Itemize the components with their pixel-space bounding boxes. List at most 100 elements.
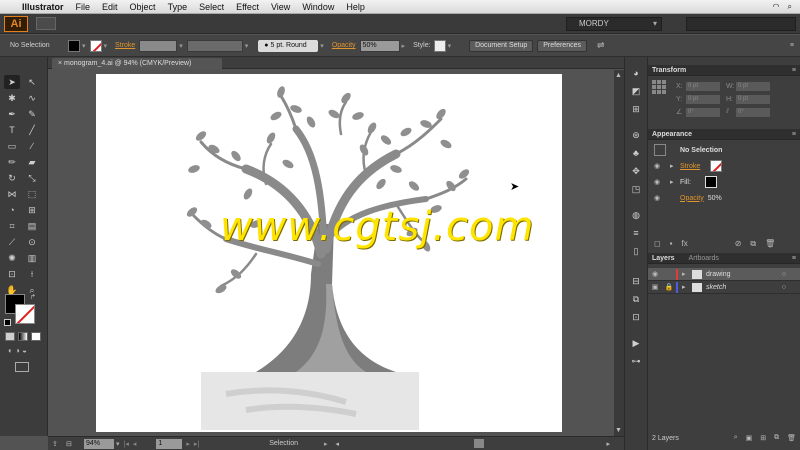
stroke-dropdown-icon[interactable]: ▾ xyxy=(104,42,108,50)
fill-dropdown-icon[interactable]: ▾ xyxy=(82,42,86,50)
pen-tool-icon[interactable]: ✒ xyxy=(4,107,20,121)
create-new-layer-icon[interactable]: ⧉ xyxy=(774,434,779,442)
layers-panel-header[interactable]: Layers Artboards ≡ xyxy=(648,253,800,264)
reference-point-icon[interactable] xyxy=(652,80,666,94)
menu-view[interactable]: View xyxy=(271,2,290,12)
current-tool-status[interactable]: Selection xyxy=(269,440,298,447)
opacity-dropdown-icon[interactable]: ▸ xyxy=(402,42,406,50)
first-artboard-icon[interactable]: |◂ xyxy=(124,440,129,448)
opacity-field[interactable]: 50% xyxy=(359,39,400,52)
previous-artboard-icon[interactable]: ◂ xyxy=(133,440,137,448)
zoom-dropdown-icon[interactable]: ▾ xyxy=(116,440,120,448)
status-menu-icon[interactable]: ▸ xyxy=(324,440,328,448)
layers-tab[interactable]: Layers xyxy=(652,255,675,262)
swatches-panel-icon[interactable]: ⊞ xyxy=(625,101,647,117)
menu-type[interactable]: Type xyxy=(168,2,188,12)
duplicate-item-icon[interactable]: ⧉ xyxy=(750,239,756,249)
appearance-panel-menu-icon[interactable]: ≡ xyxy=(792,129,796,140)
vertical-scrollbar[interactable]: ▲ ▼ xyxy=(614,70,624,436)
add-new-stroke-icon[interactable]: ◻ xyxy=(654,239,661,249)
style-dropdown-icon[interactable]: ▾ xyxy=(448,42,452,50)
gradient-tool-icon[interactable]: ▤ xyxy=(24,219,40,233)
transform-panel-icon[interactable]: ⊡ xyxy=(625,309,647,325)
stroke-expand-icon[interactable]: ▸ xyxy=(670,162,680,170)
appearance-panel-header[interactable]: Appearance ≡ xyxy=(648,129,800,140)
scroll-right-icon[interactable]: ▸ xyxy=(606,440,610,448)
scroll-left-icon[interactable]: ◂ xyxy=(336,440,340,448)
artboards-tab[interactable]: Artboards xyxy=(689,255,719,262)
h-input[interactable]: 0 pt xyxy=(736,94,770,104)
preferences-button[interactable]: Preferences xyxy=(537,39,587,52)
app-menu[interactable]: Illustrator xyxy=(22,2,64,12)
stroke-weight-dropdown-icon[interactable]: ▾ xyxy=(179,42,183,50)
profile-dropdown-icon[interactable]: ▾ xyxy=(245,42,249,50)
pathfinder-panel-icon[interactable]: ⧉ xyxy=(625,291,647,307)
stroke-visibility-icon[interactable]: ◉ xyxy=(654,162,670,170)
perspective-grid-tool-icon[interactable]: ⊞ xyxy=(24,203,40,217)
rectangle-tool-icon[interactable]: ▭ xyxy=(4,139,20,153)
symbol-sprayer-tool-icon[interactable]: ✺ xyxy=(4,251,20,265)
artboard-number-field[interactable]: 1 xyxy=(156,438,183,449)
y-input[interactable]: 0 pt xyxy=(686,94,720,104)
scroll-up-icon[interactable]: ▲ xyxy=(615,72,622,79)
align-panel-icon[interactable]: ⊟ xyxy=(625,273,647,289)
eyedropper-tool-icon[interactable]: ⟋ xyxy=(4,235,20,249)
free-transform-tool-icon[interactable]: ⬚ xyxy=(24,187,40,201)
layer-name[interactable]: sketch xyxy=(706,284,726,291)
layer-target-icon[interactable]: ○ xyxy=(782,284,786,291)
default-colors-icon[interactable] xyxy=(4,319,11,326)
opacity-link[interactable]: Opacity xyxy=(332,42,356,49)
layer-visibility-icon[interactable]: ◉ xyxy=(648,270,662,278)
opacity-visibility-icon[interactable]: ◉ xyxy=(654,194,670,202)
add-new-fill-icon[interactable]: ▪ xyxy=(670,239,673,249)
next-artboard-icon[interactable]: ▸ xyxy=(186,440,190,448)
appearance-fill-swatch[interactable] xyxy=(704,176,717,188)
gradient-panel-icon[interactable]: ▯ xyxy=(625,243,647,259)
links-panel-icon[interactable]: ⊶ xyxy=(625,353,647,369)
document-tab[interactable]: × monogram_4.ai @ 94% (CMYK/Preview) xyxy=(52,58,222,69)
variable-width-profile[interactable] xyxy=(186,39,243,52)
color-guide-panel-icon[interactable]: ◩ xyxy=(625,83,647,99)
stroke-color-box[interactable] xyxy=(15,304,35,324)
direct-selection-tool-icon[interactable]: ↖ xyxy=(24,75,40,89)
menu-help[interactable]: Help xyxy=(346,2,365,12)
add-new-effect-icon[interactable]: fx xyxy=(681,239,687,249)
lasso-tool-icon[interactable]: ∿ xyxy=(24,91,40,105)
slice-tool-icon[interactable]: ⟊ xyxy=(24,267,40,281)
align-options-icon[interactable]: ⇌ xyxy=(597,40,605,51)
artboard-tool-icon[interactable]: ⊡ xyxy=(4,267,20,281)
actions-panel-icon[interactable]: ▶ xyxy=(625,335,647,351)
delete-item-icon[interactable]: 🗑 xyxy=(765,239,775,249)
layer-row[interactable]: ▣ 🔒 ▸ sketch ○ xyxy=(648,281,800,294)
canvas-pasteboard[interactable]: ➤ xyxy=(48,70,614,436)
menu-select[interactable]: Select xyxy=(199,2,224,12)
artboard[interactable] xyxy=(96,74,562,432)
last-artboard-icon[interactable]: ▸| xyxy=(194,440,199,448)
menu-file[interactable]: File xyxy=(76,2,91,12)
blend-tool-icon[interactable]: ⊙ xyxy=(24,235,40,249)
shear-angle-input[interactable]: 0° xyxy=(736,107,770,117)
brush-dropdown-icon[interactable]: ▾ xyxy=(320,42,324,50)
arrange-documents-icon[interactable] xyxy=(36,17,56,30)
tree-artwork[interactable] xyxy=(96,74,562,432)
column-graph-tool-icon[interactable]: ▥ xyxy=(24,251,40,265)
color-panel-icon[interactable]: ◕ xyxy=(625,65,647,81)
spotlight-icon[interactable]: ⌕ xyxy=(788,2,792,12)
search-help-input[interactable] xyxy=(686,16,796,31)
share-icon[interactable]: ⇪ xyxy=(52,440,58,448)
stroke-weight-field[interactable] xyxy=(139,39,178,52)
brushes-panel-icon[interactable]: ⊛ xyxy=(625,127,647,143)
pencil-tool-icon[interactable]: ✏ xyxy=(4,155,20,169)
transform-panel-header[interactable]: Transform ≡ xyxy=(648,65,800,76)
appearance-fill-row[interactable]: ◉ ▸ Fill: xyxy=(648,174,800,190)
layer-lock-icon[interactable]: 🔒 xyxy=(662,283,676,291)
menu-edit[interactable]: Edit xyxy=(102,2,118,12)
w-input[interactable]: 0 pt xyxy=(736,81,770,91)
locate-object-icon[interactable]: ⌕ xyxy=(734,434,738,442)
stroke-swatch[interactable] xyxy=(89,39,102,52)
fill-visibility-icon[interactable]: ◉ xyxy=(654,178,670,186)
layer-row[interactable]: ◉ ▸ drawing ○ xyxy=(648,268,800,281)
line-tool-icon[interactable]: ╱ xyxy=(24,123,40,137)
make-clipping-mask-icon[interactable]: ▣ xyxy=(746,434,753,442)
stroke-link[interactable]: Stroke xyxy=(115,42,135,49)
